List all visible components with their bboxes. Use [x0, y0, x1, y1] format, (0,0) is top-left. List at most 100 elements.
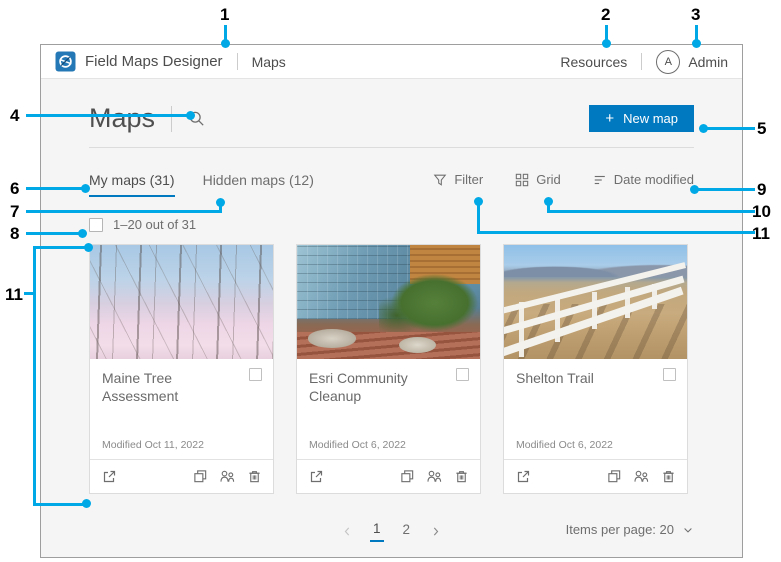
title-divider — [171, 105, 173, 132]
card-body: Shelton Trail Modified Oct 6, 2022 — [504, 359, 687, 459]
map-thumbnail[interactable] — [90, 245, 273, 359]
nav-resources[interactable]: Resources — [560, 54, 627, 70]
tab-my-maps[interactable]: My maps (31) — [89, 172, 175, 197]
card-actions — [607, 469, 676, 484]
callout-6: 6 — [10, 179, 20, 198]
open-map-icon[interactable] — [515, 469, 531, 485]
callout-dot — [474, 197, 483, 206]
map-modified-date: Modified Oct 11, 2022 — [102, 439, 204, 451]
callout-8: 8 — [10, 224, 20, 243]
new-map-button[interactable]: + New map — [589, 105, 694, 132]
card-footer — [297, 459, 480, 493]
callout-dot — [602, 39, 611, 48]
share-group-icon[interactable] — [426, 469, 443, 484]
header-divider — [641, 53, 643, 70]
map-thumbnail[interactable] — [297, 245, 480, 359]
share-group-icon[interactable] — [633, 469, 650, 484]
map-modified-date: Modified Oct 6, 2022 — [516, 439, 613, 451]
map-modified-date: Modified Oct 6, 2022 — [309, 439, 406, 451]
card-grid: Maine Tree Assessment Modified Oct 11, 2… — [89, 244, 694, 494]
map-card[interactable]: Maine Tree Assessment Modified Oct 11, 2… — [89, 244, 274, 494]
callout-dot — [84, 243, 93, 252]
map-title[interactable]: Esri Community Cleanup — [309, 369, 468, 405]
grid-label: Grid — [536, 172, 561, 187]
duplicate-icon[interactable] — [193, 469, 208, 484]
tabs: My maps (31) Hidden maps (12) — [89, 172, 314, 197]
duplicate-icon[interactable] — [607, 469, 622, 484]
thumbnail-art — [307, 329, 356, 348]
map-card[interactable]: Esri Community Cleanup Modified Oct 6, 2… — [296, 244, 481, 494]
bottom-bar: 1 2 Items per page: 20 — [89, 521, 694, 547]
header-divider — [236, 53, 238, 70]
app-window: Field Maps Designer Maps Resources A Adm… — [40, 44, 743, 558]
items-per-page-select[interactable]: Items per page: 20 — [566, 522, 694, 537]
sort-icon — [593, 173, 607, 187]
select-all-checkbox[interactable] — [89, 217, 103, 232]
count-label: 1–20 out of 31 — [113, 217, 197, 232]
page-prev-icon[interactable] — [341, 525, 354, 538]
callout-1: 1 — [220, 5, 230, 24]
callout-dot — [216, 198, 225, 207]
delete-icon[interactable] — [454, 469, 469, 484]
page-number-1[interactable]: 1 — [369, 521, 384, 542]
page-content: Maps + New map My maps (31) Hidden maps … — [41, 79, 742, 547]
callout-11-grid: 11 — [5, 285, 23, 304]
callout-dot — [544, 197, 553, 206]
callout-9: 9 — [757, 180, 767, 199]
callout-dot — [692, 39, 701, 48]
callout-dot — [81, 184, 90, 193]
duplicate-icon[interactable] — [400, 469, 415, 484]
callout-dot — [82, 499, 91, 508]
funnel-icon — [433, 173, 447, 187]
callout-dot — [699, 124, 708, 133]
delete-icon[interactable] — [247, 469, 262, 484]
map-checkbox[interactable] — [249, 368, 262, 381]
map-checkbox[interactable] — [456, 368, 469, 381]
filter-button[interactable]: Filter — [433, 172, 483, 187]
map-thumbnail[interactable] — [504, 245, 687, 359]
callout-4: 4 — [10, 106, 20, 125]
chevron-down-icon — [682, 524, 694, 536]
callout-dot — [78, 229, 87, 238]
sort-label: Date modified — [613, 172, 694, 187]
open-map-icon[interactable] — [101, 469, 117, 485]
map-title[interactable]: Maine Tree Assessment — [102, 369, 261, 405]
card-actions — [400, 469, 469, 484]
open-map-icon[interactable] — [308, 469, 324, 485]
user-name[interactable]: Admin — [688, 54, 728, 70]
page-title: Maps — [89, 103, 156, 133]
callout-line — [697, 188, 755, 191]
list-controls: Filter Grid Date modified — [433, 172, 694, 187]
map-card[interactable]: Shelton Trail Modified Oct 6, 2022 — [503, 244, 688, 494]
tab-hidden-maps[interactable]: Hidden maps (12) — [203, 172, 314, 197]
callout-line — [705, 127, 755, 130]
callout-line — [26, 187, 84, 190]
grid-view-button[interactable]: Grid — [515, 172, 561, 187]
card-body: Esri Community Cleanup Modified Oct 6, 2… — [297, 359, 480, 459]
esri-logo-icon — [55, 51, 76, 72]
callout-dot — [186, 111, 195, 120]
callout-dot — [221, 39, 230, 48]
callout-line — [26, 210, 222, 213]
map-checkbox[interactable] — [663, 368, 676, 381]
filter-label: Filter — [454, 172, 484, 187]
app-brand: Field Maps Designer — [85, 53, 223, 70]
plus-icon: + — [605, 110, 615, 127]
card-body: Maine Tree Assessment Modified Oct 11, 2… — [90, 359, 273, 459]
user-avatar[interactable]: A — [656, 49, 681, 74]
delete-icon[interactable] — [661, 469, 676, 484]
card-actions — [193, 469, 262, 484]
items-per-page-label: Items per page: 20 — [565, 522, 674, 537]
callout-line — [26, 114, 190, 117]
nav-maps[interactable]: Maps — [252, 54, 286, 70]
sort-button[interactable]: Date modified — [593, 172, 694, 187]
count-row: 1–20 out of 31 — [89, 217, 694, 232]
page-next-icon[interactable] — [429, 525, 442, 538]
toolbar: My maps (31) Hidden maps (12) Filter Gri… — [89, 172, 694, 197]
callout-line — [26, 232, 80, 235]
callout-2: 2 — [601, 5, 611, 24]
callout-3: 3 — [691, 5, 701, 24]
map-title[interactable]: Shelton Trail — [516, 369, 675, 387]
page-number-2[interactable]: 2 — [400, 522, 414, 541]
share-group-icon[interactable] — [219, 469, 236, 484]
